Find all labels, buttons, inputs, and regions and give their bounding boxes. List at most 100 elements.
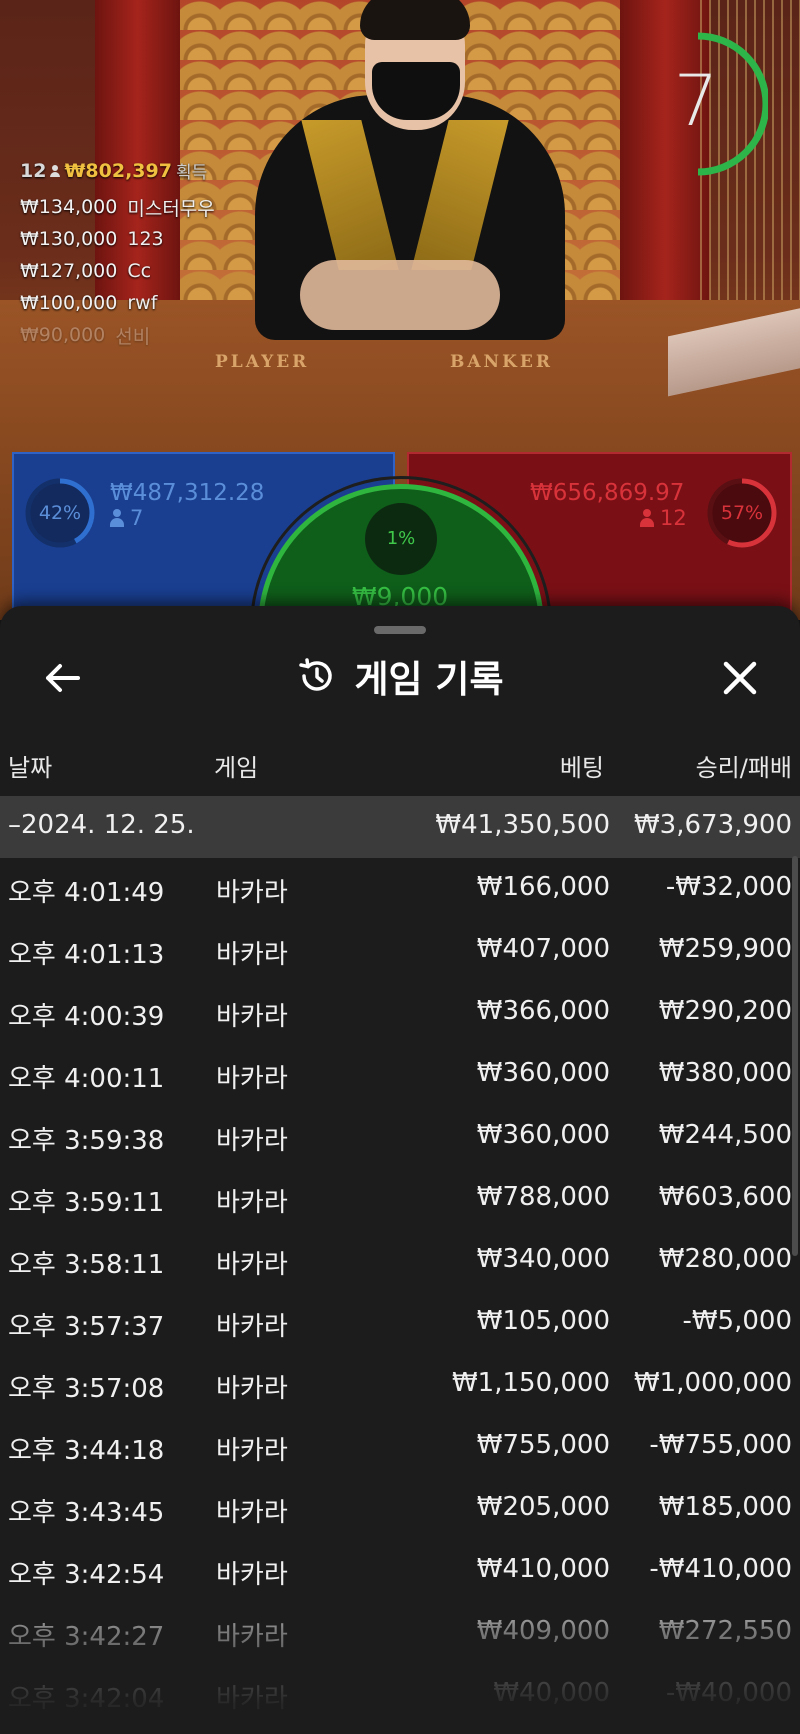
winner-row: ₩134,000 미스터무우 — [20, 191, 215, 223]
winner-amount: ₩127,000 — [20, 260, 118, 282]
history-game: 바카라 — [216, 878, 288, 908]
history-result: ₩280,000 — [658, 1244, 792, 1274]
history-result: ₩1,000,000 — [633, 1368, 792, 1398]
tie-percent: 1% — [365, 503, 437, 575]
column-result: 승리/패배 — [695, 754, 792, 782]
winner-name: rwf — [127, 292, 158, 314]
history-bet: ₩40,000 — [493, 1678, 610, 1708]
history-bet: ₩340,000 — [476, 1244, 610, 1274]
history-result: ₩290,200 — [658, 996, 792, 1026]
history-time: 오후 4:01:49 — [8, 878, 165, 908]
history-result: ₩272,550 — [658, 1616, 792, 1646]
history-time: 오후 4:01:13 — [8, 940, 165, 970]
history-result: ₩185,000 — [658, 1492, 792, 1522]
date-group-date: –2024. 12. 25. — [8, 810, 195, 840]
winner-row: ₩90,000 선비 — [20, 319, 215, 351]
history-row[interactable]: 오후 3:59:11 바카라 ₩788,000 ₩603,600 — [0, 1168, 800, 1230]
history-result: ₩380,000 — [658, 1058, 792, 1088]
banker-count-value: 12 — [660, 506, 687, 530]
history-bet: ₩1,150,000 — [451, 1368, 610, 1398]
history-time: 오후 3:43:45 — [8, 1498, 165, 1528]
history-row[interactable]: 오후 4:00:11 바카라 ₩360,000 ₩380,000 — [0, 1044, 800, 1106]
table-label-banker: BANKER — [450, 352, 553, 372]
history-bet: ₩407,000 — [476, 934, 610, 964]
date-group-row[interactable]: –2024. 12. 25. ₩41,350,500 ₩3,673,900 — [0, 796, 800, 858]
history-game: 바카라 — [216, 1064, 288, 1094]
history-time: 오후 4:00:11 — [8, 1064, 165, 1094]
history-game: 바카라 — [216, 940, 288, 970]
history-time: 오후 3:42:54 — [8, 1560, 165, 1590]
dealer-mask — [372, 62, 460, 120]
column-date: 날짜 — [8, 754, 53, 782]
history-game: 바카라 — [216, 1560, 288, 1590]
date-group-result-total: ₩3,673,900 — [633, 810, 792, 840]
history-row[interactable]: 오후 4:00:39 바카라 ₩366,000 ₩290,200 — [0, 982, 800, 1044]
winners-total: ₩802,397 — [64, 159, 172, 182]
history-row[interactable]: 오후 3:57:37 바카라 ₩105,000 -₩5,000 — [0, 1292, 800, 1354]
history-game: 바카라 — [216, 1188, 288, 1218]
player-bet-total: ₩487,312.28 — [110, 480, 265, 506]
history-game: 바카라 — [216, 1002, 288, 1032]
history-time: 오후 3:59:38 — [8, 1126, 165, 1156]
sheet-header: 게임 기록 — [0, 646, 800, 706]
history-row[interactable]: 오후 3:57:08 바카라 ₩1,150,000 ₩1,000,000 — [0, 1354, 800, 1416]
history-game: 바카라 — [216, 1312, 288, 1342]
history-game: 바카라 — [216, 1126, 288, 1156]
person-icon — [110, 509, 124, 527]
winner-name: 123 — [127, 228, 164, 250]
history-bet: ₩409,000 — [476, 1616, 610, 1646]
history-game: 바카라 — [216, 1622, 288, 1652]
column-game: 게임 — [214, 754, 259, 782]
person-icon — [640, 509, 654, 527]
dealer-hands — [300, 260, 500, 330]
history-row[interactable]: 오후 3:42:04 바카라 ₩40,000 -₩40,000 — [0, 1664, 800, 1726]
sheet-title: 게임 기록 — [354, 658, 504, 701]
game-history-sheet: 게임 기록 날짜 게임 베팅 승리/패배 –2024. 12. 25. ₩41,… — [0, 606, 800, 1734]
history-row[interactable]: 오후 3:44:18 바카라 ₩755,000 -₩755,000 — [0, 1416, 800, 1478]
winner-row: ₩127,000 Cc — [20, 255, 215, 287]
dealer-hair — [360, 0, 470, 40]
history-game: 바카라 — [216, 1436, 288, 1466]
table-header: 날짜 게임 베팅 승리/패배 — [0, 736, 800, 790]
history-row[interactable]: 오후 4:01:13 바카라 ₩407,000 ₩259,900 — [0, 920, 800, 982]
history-row[interactable]: 오후 4:01:49 바카라 ₩166,000 -₩32,000 — [0, 858, 800, 920]
history-result: -₩32,000 — [665, 872, 792, 902]
history-row[interactable]: 오후 3:58:11 바카라 ₩340,000 ₩280,000 — [0, 1230, 800, 1292]
history-row[interactable]: 오후 3:42:27 바카라 ₩409,000 ₩272,550 — [0, 1602, 800, 1664]
history-result: ₩603,600 — [658, 1182, 792, 1212]
history-result: -₩755,000 — [649, 1430, 792, 1460]
history-bet: ₩366,000 — [476, 996, 610, 1026]
winner-amount: ₩90,000 — [20, 324, 106, 346]
history-bet: ₩166,000 — [476, 872, 610, 902]
date-group-bet-total: ₩41,350,500 — [435, 810, 610, 840]
history-time: 오후 3:42:27 — [8, 1622, 165, 1652]
banker-percent: 57% — [720, 502, 764, 524]
history-time: 오후 3:58:11 — [8, 1250, 165, 1280]
history-bet: ₩410,000 — [476, 1554, 610, 1584]
player-bettor-count: 7 — [110, 506, 143, 530]
history-game: 바카라 — [216, 1374, 288, 1404]
history-result: -₩410,000 — [649, 1554, 792, 1584]
winner-row: ₩100,000 rwf — [20, 287, 215, 319]
history-time: 오후 3:42:04 — [8, 1684, 165, 1714]
countdown-timer: 7 — [673, 60, 719, 142]
history-result: ₩244,500 — [658, 1120, 792, 1150]
winner-name: 미스터무우 — [127, 197, 215, 220]
banker-bet-total: ₩656,869.97 — [530, 480, 685, 506]
history-icon — [299, 658, 333, 691]
winners-list: 12 ₩802,397 획득 ₩134,000 미스터무우 ₩130,000 123… — [20, 158, 215, 351]
column-bet: 베팅 — [559, 754, 604, 782]
winner-row: ₩130,000 123 — [20, 223, 215, 255]
history-bet: ₩360,000 — [476, 1058, 610, 1088]
scrollbar[interactable] — [792, 856, 798, 1256]
winners-label: 획득 — [175, 163, 208, 183]
close-icon[interactable] — [716, 654, 764, 702]
sheet-drag-handle[interactable] — [374, 626, 426, 634]
winner-amount: ₩134,000 — [20, 196, 118, 218]
history-row[interactable]: 오후 3:59:38 바카라 ₩360,000 ₩244,500 — [0, 1106, 800, 1168]
history-game: 바카라 — [216, 1250, 288, 1280]
history-row[interactable]: 오후 3:43:45 바카라 ₩205,000 ₩185,000 — [0, 1478, 800, 1540]
history-game: 바카라 — [216, 1684, 288, 1714]
banker-bettor-count: 12 — [640, 506, 687, 530]
history-row[interactable]: 오후 3:42:54 바카라 ₩410,000 -₩410,000 — [0, 1540, 800, 1602]
